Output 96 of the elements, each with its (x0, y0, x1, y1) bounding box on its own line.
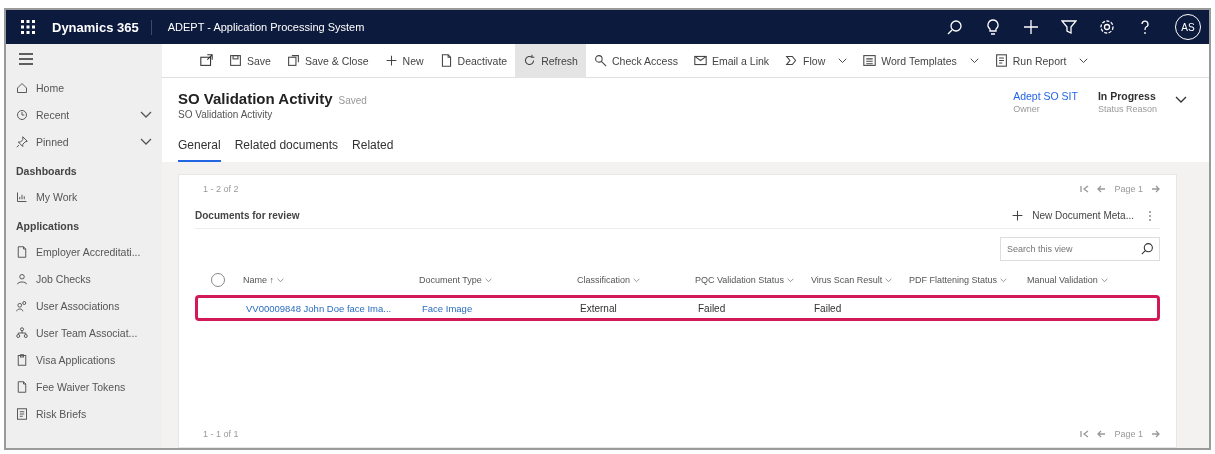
record-title: SO Validation Activity (178, 90, 333, 107)
filter-icon[interactable] (1061, 19, 1077, 35)
column-header[interactable]: Name ↑ (243, 275, 274, 285)
toolbar-button[interactable]: Refresh (515, 43, 586, 78)
app-name[interactable]: Dynamics 365 (52, 19, 152, 35)
tab[interactable]: General (178, 134, 221, 162)
tab[interactable]: Related (352, 134, 394, 162)
sidebar-group-header: Applications (15, 219, 80, 234)
toolbar-button[interactable]: Save (221, 43, 279, 78)
status-value: In Progress (1097, 90, 1156, 102)
sidebar-item[interactable]: Risk Briefs (6, 400, 162, 427)
chevron-icon (969, 57, 979, 64)
column-header[interactable]: Document Type (419, 275, 482, 285)
sidebar-item[interactable]: Pinned (6, 128, 162, 155)
magnifier-icon (593, 54, 607, 67)
table-link[interactable]: Face Image (422, 302, 580, 314)
page-number: Page 1 (1114, 184, 1143, 194)
plus-icon[interactable] (1023, 19, 1039, 35)
clock-icon (16, 108, 28, 121)
report-icon (994, 54, 1008, 67)
chevron-icon (838, 57, 848, 64)
search-icon[interactable] (947, 19, 963, 35)
people-icon (16, 299, 28, 312)
column-header[interactable]: Virus Scan Result (811, 275, 883, 285)
field-label: Status Reason (1097, 104, 1157, 114)
document-icon (16, 380, 28, 393)
toolbar-button[interactable]: Email a Link (685, 43, 778, 78)
save-status: Saved (338, 95, 367, 106)
open-window-icon[interactable] (200, 54, 213, 67)
record-count: 1 - 1 of 1 (203, 429, 240, 439)
team-icon (16, 326, 28, 339)
column-header[interactable]: PQC Validation Status (695, 275, 784, 285)
entity-name: SO Validation Activity (178, 109, 274, 120)
search-icon[interactable] (1141, 242, 1154, 255)
refresh-icon (523, 54, 537, 67)
sidebar-item[interactable]: Recent (6, 101, 162, 128)
column-header[interactable]: Manual Validation (1027, 275, 1098, 285)
envelope-icon (693, 54, 707, 67)
plus-icon (384, 54, 398, 67)
first-page-icon[interactable] (1080, 430, 1090, 438)
column-header[interactable]: Classification (577, 275, 631, 285)
toolbar-button[interactable]: Flow (777, 43, 856, 78)
sidebar-group-header: Dashboards (15, 164, 78, 179)
sidebar-item[interactable]: Job Checks (6, 265, 162, 292)
clipboard-icon (16, 353, 28, 366)
lightbulb-icon[interactable] (985, 19, 1001, 35)
previous-page-icon[interactable] (1097, 185, 1107, 193)
sidebar-item[interactable]: Visa Applications (6, 346, 162, 373)
previous-page-icon[interactable] (1097, 430, 1107, 438)
pin-icon (16, 135, 28, 148)
toolbar-button[interactable]: Run Report (986, 43, 1097, 78)
owner-link[interactable]: Adept SO SIT (1013, 90, 1078, 102)
template-icon (863, 54, 877, 67)
save-icon (229, 54, 242, 67)
field-label: Owner (1013, 104, 1040, 114)
chevron-icon[interactable] (1175, 96, 1187, 104)
sidebar-item[interactable]: Employer Accreditati... (6, 238, 162, 265)
sidebar-item[interactable]: Home (6, 74, 162, 101)
sidebar-item[interactable]: My Work (6, 183, 162, 210)
record-count: 1 - 2 of 2 (203, 184, 240, 194)
sidebar-item[interactable]: User Team Associat... (6, 319, 162, 346)
toolbar-button[interactable]: Word Templates (855, 43, 987, 78)
plus-icon (1011, 209, 1025, 222)
tab[interactable]: Related documents (234, 134, 339, 162)
report-icon (16, 407, 28, 420)
person-icon (16, 272, 28, 285)
table-cell-text: Failed (814, 302, 843, 314)
first-page-icon[interactable] (1080, 185, 1090, 193)
sidebar-item[interactable]: Fee Waiver Tokens (6, 373, 162, 400)
page-number: Page 1 (1114, 429, 1143, 439)
toolbar-button[interactable]: Save & Close (278, 43, 377, 78)
settings-icon[interactable] (1099, 19, 1115, 35)
table-link[interactable]: VV00009848 John Doe face Ima... (246, 302, 422, 314)
column-header[interactable]: PDF Flattening Status (909, 275, 998, 285)
menu-icon[interactable] (18, 52, 34, 66)
toolbar-button[interactable]: Deactivate (431, 43, 516, 78)
table-cell-text: External (580, 302, 618, 314)
toolbar-button[interactable]: Check Access (585, 43, 686, 78)
section-title: Documents for review (195, 210, 301, 221)
chevron-icon (1079, 57, 1089, 64)
more-options-icon[interactable] (1148, 209, 1152, 222)
document-icon (16, 245, 28, 258)
save-close-icon (286, 54, 300, 67)
new-record-button[interactable]: New Document Meta... (1005, 209, 1140, 222)
search-field[interactable]: Search this view (1000, 237, 1160, 261)
table-cell-text: Failed (698, 302, 727, 314)
sidebar-item[interactable]: User Associations (6, 292, 162, 319)
flow-icon (785, 54, 799, 67)
document-icon (439, 54, 453, 67)
toolbar-button[interactable]: New (376, 43, 432, 78)
chart-icon (16, 190, 28, 203)
next-page-icon[interactable] (1151, 430, 1160, 438)
home-icon (16, 81, 28, 94)
app-title: ADEPT - Application Processing System (167, 21, 366, 33)
app-launcher-icon[interactable] (20, 19, 36, 35)
next-page-icon[interactable] (1151, 185, 1160, 193)
